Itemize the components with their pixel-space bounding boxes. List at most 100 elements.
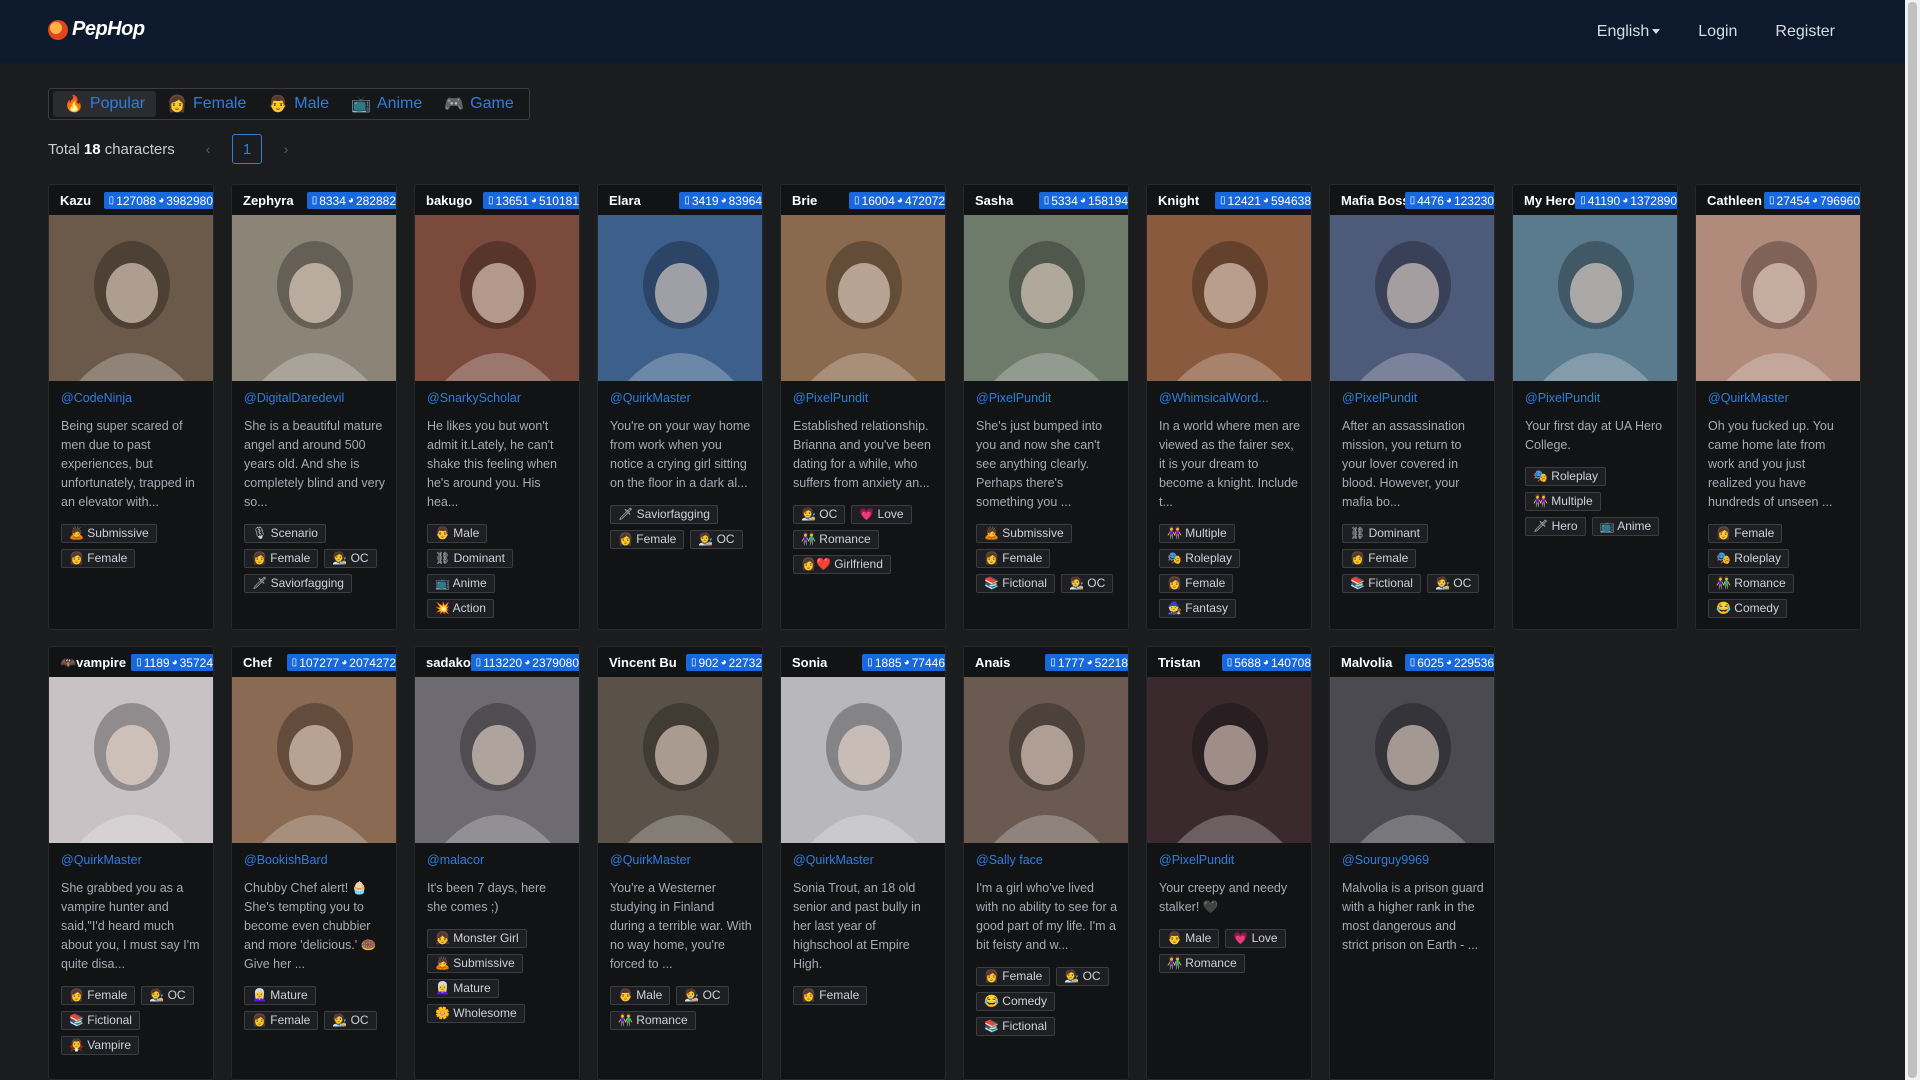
character-avatar[interactable] [1696,215,1860,381]
tag-badge[interactable]: 👩 Female [244,1011,319,1030]
tag-badge[interactable]: 💗 Love [851,505,912,524]
author-link[interactable]: @PixelPundit [1159,853,1234,867]
author-link[interactable]: @PixelPundit [1525,391,1600,405]
tag-badge[interactable]: 🎭 Roleplay [1708,549,1789,568]
character-card[interactable]: Kazu ▯ 127088 ◕ 3982980 @CodeNinja Being s… [48,184,214,630]
tag-badge[interactable]: 🙇 Submissive [61,524,157,543]
author-link[interactable]: @malacor [427,853,484,867]
tag-badge[interactable]: 👫 Romance [610,1011,696,1030]
tag-badge[interactable]: 👩 Female [1159,574,1234,593]
author-link[interactable]: @PixelPundit [793,391,868,405]
register-link[interactable]: Register [1775,23,1835,41]
tag-badge[interactable]: 💥 Action [427,599,494,618]
character-card[interactable]: My Hero ▯ 41190 ◕ 1372890 @PixelPundit You… [1512,184,1678,630]
character-avatar[interactable] [49,677,213,843]
character-avatar[interactable] [1330,215,1494,381]
tag-badge[interactable]: 🗡 Saviorfagging [244,574,352,593]
tab-popular[interactable]: 🔥 Popular [53,91,157,117]
tag-badge[interactable]: 📚 Fictional [61,1011,140,1030]
tag-badge[interactable]: 👩 Female [1342,549,1417,568]
tag-badge[interactable]: 🧑‍🎨 OC [141,986,194,1005]
tag-badge[interactable]: 🗡 Hero [1525,517,1586,536]
character-card[interactable]: Chef ▯ 107277 ◕ 2074272 @BookishBard Chubb… [231,646,397,1080]
tab-game[interactable]: 🎮 Game [433,91,525,117]
character-card[interactable]: Mafia Boss ▯ 4476 ◕ 123230 @PixelPundit Af… [1329,184,1495,630]
tag-badge[interactable]: 👨 Male [1159,929,1220,948]
tag-badge[interactable]: 👧 Monster Girl [427,929,527,948]
site-logo[interactable]: PepHop [48,18,145,41]
tag-badge[interactable]: 🌼 Wholesome [427,1004,525,1023]
tag-badge[interactable]: 👩 Female [976,549,1051,568]
tag-badge[interactable]: 👩‍❤️ Girlfriend [793,555,891,574]
character-avatar[interactable] [232,677,396,843]
character-card[interactable]: Sonia ▯ 1885 ◕ 77446 @QuirkMaster Sonia Tr… [780,646,946,1080]
tag-badge[interactable]: 👨 Male [427,524,488,543]
tab-male[interactable]: 👨 Male [257,91,340,117]
author-link[interactable]: @QuirkMaster [1708,391,1789,405]
tag-badge[interactable]: 🧑‍🎨 OC [1060,574,1114,593]
character-avatar[interactable] [232,215,396,381]
character-avatar[interactable] [781,215,945,381]
tag-badge[interactable]: 🙇 Submissive [427,954,523,973]
tag-badge[interactable]: 🗡 Saviorfagging [610,505,718,524]
character-avatar[interactable] [1513,215,1677,381]
tag-badge[interactable]: 👭 Multiple [1159,524,1235,543]
character-card[interactable]: Brie ▯ 16004 ◕ 472072 @PixelPundit Establi… [780,184,946,630]
tag-badge[interactable]: 👩‍🦳 Mature [244,986,316,1005]
character-avatar[interactable] [781,677,945,843]
character-avatar[interactable] [1147,677,1311,843]
tag-badge[interactable]: 👩 Female [610,530,685,549]
author-link[interactable]: @QuirkMaster [61,853,142,867]
character-card[interactable]: Cathleen ▯ 27454 ◕ 796960 @QuirkMaster Oh … [1695,184,1861,630]
character-avatar[interactable] [598,677,762,843]
tag-badge[interactable]: 👫 Romance [793,530,879,549]
tag-badge[interactable]: ⛓ Dominant [427,549,513,568]
tag-badge[interactable]: 🎙 Scenario [244,524,326,543]
tag-badge[interactable]: 🧑‍🎨 OC [1426,574,1480,593]
character-avatar[interactable] [1147,215,1311,381]
author-link[interactable]: @QuirkMaster [610,853,691,867]
author-link[interactable]: @QuirkMaster [610,391,691,405]
page-1-button[interactable]: 1 [232,134,262,164]
tag-badge[interactable]: 👫 Romance [1708,574,1794,593]
scrollbar-thumb[interactable] [1908,2,1917,1078]
character-card[interactable]: Anais ▯ 1777 ◕ 52218 @Sally face I'm a gir… [963,646,1129,1080]
tag-badge[interactable]: 👭 Multiple [1525,492,1601,511]
character-card[interactable]: Vincent Bu ▯ 902 ◕ 22732 @QuirkMaster You'… [597,646,763,1080]
character-card[interactable]: Tristan ▯ 5688 ◕ 140708 @PixelPundit Your … [1146,646,1312,1080]
tag-badge[interactable]: 👩 Female [61,986,136,1005]
character-card[interactable]: 🦇vampire ▯ 1189 ◕ 35724 @QuirkMaster She g… [48,646,214,1080]
tag-badge[interactable]: 👩‍🦳 Mature [427,979,499,998]
tag-badge[interactable]: 📺 Anime [1591,517,1660,536]
tag-badge[interactable]: 🙇 Submissive [976,524,1072,543]
author-link[interactable]: @PixelPundit [1342,391,1417,405]
tag-badge[interactable]: 😂 Comedy [1708,599,1787,618]
tag-badge[interactable]: 😂 Comedy [976,992,1055,1011]
prev-page-button[interactable]: ‹ [196,134,220,164]
character-card[interactable]: Malvolia ▯ 6025 ◕ 229536 @Sourguy9969 Malv… [1329,646,1495,1080]
tag-badge[interactable]: 📺 Anime [427,574,495,593]
language-dropdown[interactable]: English [1597,23,1661,41]
tag-badge[interactable]: 👩 Female [1708,524,1783,543]
tag-badge[interactable]: 📚 Fictional [976,574,1055,593]
character-avatar[interactable] [49,215,213,381]
author-link[interactable]: @CodeNinja [61,391,132,405]
tag-badge[interactable]: 🎭 Roleplay [1525,467,1606,486]
character-card[interactable]: sadako ▯ 113220 ◕ 2379080 @malacor It's be… [414,646,580,1080]
tab-female[interactable]: 👩 Female [156,91,257,117]
tag-badge[interactable]: 👩 Female [61,549,136,568]
character-card[interactable]: Knight ▯ 12421 ◕ 594638 @WhimsicalWord... … [1146,184,1312,630]
author-link[interactable]: @QuirkMaster [793,853,874,867]
tag-badge[interactable]: 🧑‍🎨 OC [324,549,377,568]
tag-badge[interactable]: 📚 Fictional [976,1017,1055,1036]
tab-anime[interactable]: 📺 Anime [340,91,433,117]
character-avatar[interactable] [964,215,1128,381]
tag-badge[interactable]: 📚 Fictional [1342,574,1421,593]
author-link[interactable]: @Sally face [976,853,1043,867]
tag-badge[interactable]: 💗 Love [1225,929,1286,948]
tag-badge[interactable]: 👩 Female [793,986,868,1005]
login-link[interactable]: Login [1698,23,1737,41]
tag-badge[interactable]: 👩 Female [976,967,1051,986]
character-avatar[interactable] [415,215,579,381]
author-link[interactable]: @Sourguy9969 [1342,853,1429,867]
